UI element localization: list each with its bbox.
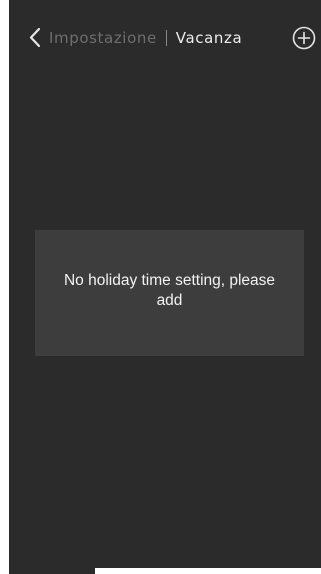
plus-circle-icon bbox=[292, 26, 316, 50]
bottom-edge-left bbox=[9, 568, 95, 574]
empty-state-message: No holiday time setting, please add bbox=[63, 272, 276, 309]
breadcrumb: Impostazione Vacanza bbox=[49, 27, 242, 49]
chevron-left-icon bbox=[29, 27, 41, 48]
back-button[interactable] bbox=[27, 25, 49, 51]
breadcrumb-parent-settings[interactable]: Impostazione bbox=[49, 29, 157, 47]
breadcrumb-divider bbox=[165, 30, 167, 46]
empty-state-card: No holiday time setting, please add bbox=[35, 230, 304, 356]
page-title: Vacanza bbox=[175, 29, 243, 47]
add-holiday-button[interactable] bbox=[291, 25, 317, 51]
top-bar: Impostazione Vacanza bbox=[9, 0, 321, 50]
holiday-screen: Impostazione Vacanza No holiday time set… bbox=[9, 0, 321, 574]
